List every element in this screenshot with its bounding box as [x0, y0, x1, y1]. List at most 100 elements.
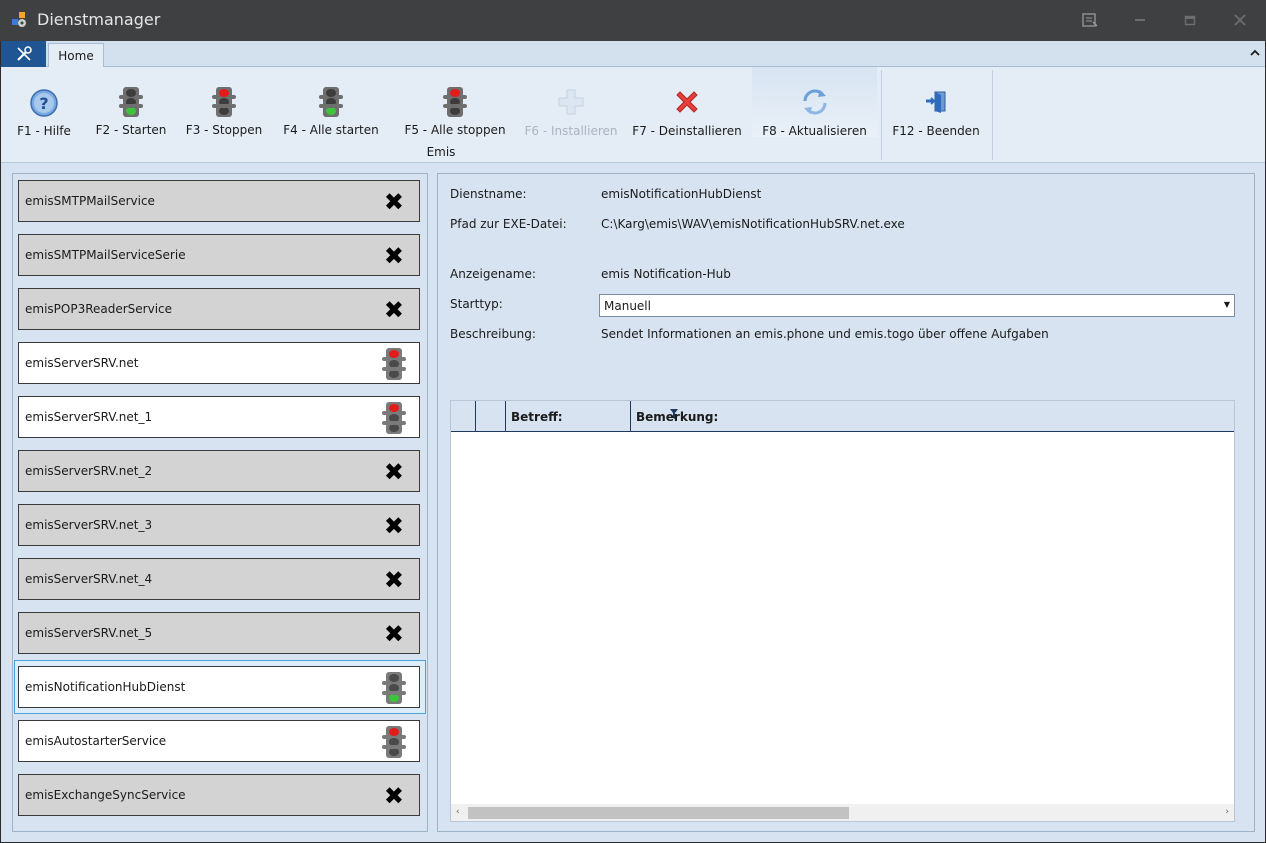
- start-type-label: Starttyp:: [450, 297, 503, 311]
- not-installed-x-icon: ✖: [383, 566, 404, 594]
- service-name: emisPOP3ReaderService: [25, 302, 173, 316]
- stop-button[interactable]: F3 - Stoppen: [185, 67, 263, 137]
- service-item[interactable]: emisAutostarterService: [18, 720, 420, 762]
- notes-icon[interactable]: [1077, 8, 1103, 32]
- service-item[interactable]: emisServerSRV.net_5 ✖: [18, 612, 420, 654]
- service-name: emisSMTPMailServiceSerie: [25, 248, 186, 262]
- traffic-light-red-icon: [381, 726, 407, 758]
- service-name: emisExchangeSyncService: [25, 788, 186, 802]
- column-header-label: Betreff:: [511, 410, 563, 424]
- scroll-left-icon[interactable]: ‹: [456, 807, 460, 817]
- column-header-bemerkung[interactable]: Bemerkung:: [631, 401, 1234, 432]
- horizontal-scrollbar[interactable]: ‹ ›: [451, 804, 1234, 821]
- help-icon: ?: [28, 86, 60, 118]
- not-installed-x-icon: ✖: [383, 188, 404, 216]
- app-icon: [11, 11, 27, 29]
- main-area: emisSMTPMailService ✖ emisSMTPMailServic…: [1, 163, 1265, 842]
- service-name: emisNotificationHubDienst: [25, 680, 186, 694]
- not-installed-x-icon: ✖: [383, 512, 404, 540]
- stop-all-button[interactable]: F5 - Alle stoppen: [403, 67, 507, 137]
- plus-icon: [555, 86, 587, 118]
- start-type-value: Manuell: [604, 299, 651, 313]
- stop-button-label: F3 - Stoppen: [185, 123, 263, 137]
- start-all-button[interactable]: F4 - Alle starten: [283, 67, 379, 137]
- service-name-label: Dienstname:: [450, 187, 527, 201]
- not-installed-x-icon: ✖: [383, 296, 404, 324]
- minimize-button[interactable]: [1127, 8, 1153, 32]
- traffic-light-green-icon: [115, 86, 147, 117]
- service-item[interactable]: emisServerSRV.net_1: [18, 396, 420, 438]
- title-bar: Dienstmanager: [0, 0, 1266, 41]
- file-menu-button[interactable]: [1, 41, 46, 67]
- uninstall-button-label: F7 - Deinstallieren: [632, 124, 742, 138]
- column-header-betreff[interactable]: Betreff:: [506, 401, 678, 432]
- service-name-value: emisNotificationHubDienst: [601, 187, 762, 201]
- start-all-button-label: F4 - Alle starten: [283, 123, 379, 137]
- display-name-label: Anzeigename:: [450, 267, 536, 281]
- service-name: emisServerSRV.net_5: [25, 626, 153, 640]
- service-name: emisServerSRV.net_1: [25, 410, 153, 424]
- service-item[interactable]: emisServerSRV.net: [18, 342, 420, 384]
- refresh-button[interactable]: F8 - Aktualisieren: [752, 67, 877, 138]
- start-type-dropdown[interactable]: Manuell ▼: [599, 294, 1235, 317]
- traffic-light-green-icon: [315, 86, 347, 117]
- service-name: emisSMTPMailService: [25, 194, 155, 208]
- exit-button-label: F12 - Beenden: [892, 124, 980, 138]
- description-label: Beschreibung:: [450, 327, 536, 341]
- close-button[interactable]: [1227, 8, 1253, 32]
- grid-expand-column[interactable]: [476, 401, 506, 432]
- traffic-light-red-icon: [381, 402, 407, 434]
- help-button[interactable]: ? F1 - Hilfe: [13, 67, 75, 138]
- exe-path-label: Pfad zur EXE-Datei:: [450, 217, 567, 231]
- service-item-selected[interactable]: emisNotificationHubDienst: [18, 666, 420, 708]
- service-name: emisAutostarterService: [25, 734, 167, 748]
- install-button[interactable]: F6 - Installieren: [523, 67, 619, 138]
- exit-door-icon: [920, 86, 952, 118]
- tools-icon: [16, 46, 32, 61]
- delete-x-icon: [671, 86, 703, 118]
- start-button-label: F2 - Starten: [95, 123, 167, 137]
- start-button[interactable]: F2 - Starten: [93, 67, 169, 137]
- service-item[interactable]: emisPOP3ReaderService ✖: [18, 288, 420, 330]
- description-value: Sendet Informationen an emis.phone und e…: [601, 327, 1049, 341]
- service-name: emisServerSRV.net_2: [25, 464, 153, 478]
- ribbon-group-separator: [992, 70, 993, 160]
- refresh-icon: [799, 86, 831, 118]
- grid-indicator-column[interactable]: [451, 401, 476, 432]
- tab-home[interactable]: Home: [48, 43, 104, 68]
- svg-text:?: ?: [39, 94, 48, 113]
- ribbon-group-separator: [881, 70, 882, 160]
- grid-header: Betreff: Bemerkung:: [451, 401, 1234, 432]
- maximize-button[interactable]: [1177, 8, 1203, 32]
- service-item[interactable]: emisSMTPMailService ✖: [18, 180, 420, 222]
- dropdown-arrow-icon: ▼: [1223, 300, 1230, 309]
- help-button-label: F1 - Hilfe: [17, 124, 71, 138]
- not-installed-x-icon: ✖: [383, 782, 404, 810]
- stop-all-button-label: F5 - Alle stoppen: [404, 123, 506, 137]
- scroll-right-icon[interactable]: ›: [1225, 807, 1229, 817]
- traffic-light-green-icon: [381, 672, 407, 704]
- service-name: emisServerSRV.net_4: [25, 572, 153, 586]
- service-item[interactable]: emisExchangeSyncService ✖: [18, 774, 420, 816]
- service-item[interactable]: emisServerSRV.net_2 ✖: [18, 450, 420, 492]
- column-header-label: Bemerkung:: [636, 410, 719, 424]
- traffic-light-red-icon: [381, 348, 407, 380]
- uninstall-button[interactable]: F7 - Deinstallieren: [632, 67, 742, 138]
- service-name: emisServerSRV.net_3: [25, 518, 153, 532]
- service-item[interactable]: emisServerSRV.net_3 ✖: [18, 504, 420, 546]
- not-installed-x-icon: ✖: [383, 458, 404, 486]
- service-name: emisServerSRV.net: [25, 356, 139, 370]
- service-item[interactable]: emisSMTPMailServiceSerie ✖: [18, 234, 420, 276]
- refresh-button-label: F8 - Aktualisieren: [762, 124, 867, 138]
- tasks-grid: Betreff: Bemerkung: ‹ ›: [450, 400, 1235, 822]
- exe-path-value: C:\Karg\emis\WAV\emisNotificationHubSRV.…: [601, 217, 905, 231]
- window-title: Dienstmanager: [37, 10, 161, 29]
- collapse-ribbon-icon[interactable]: [1250, 47, 1260, 60]
- service-item[interactable]: emisServerSRV.net_4 ✖: [18, 558, 420, 600]
- ribbon-group-label: Emis: [426, 145, 456, 159]
- exit-button[interactable]: F12 - Beenden: [892, 67, 980, 138]
- traffic-light-red-icon: [439, 86, 471, 117]
- traffic-light-red-icon: [208, 86, 240, 117]
- scrollbar-thumb[interactable]: [468, 807, 849, 819]
- display-name-value: emis Notification-Hub: [601, 267, 731, 281]
